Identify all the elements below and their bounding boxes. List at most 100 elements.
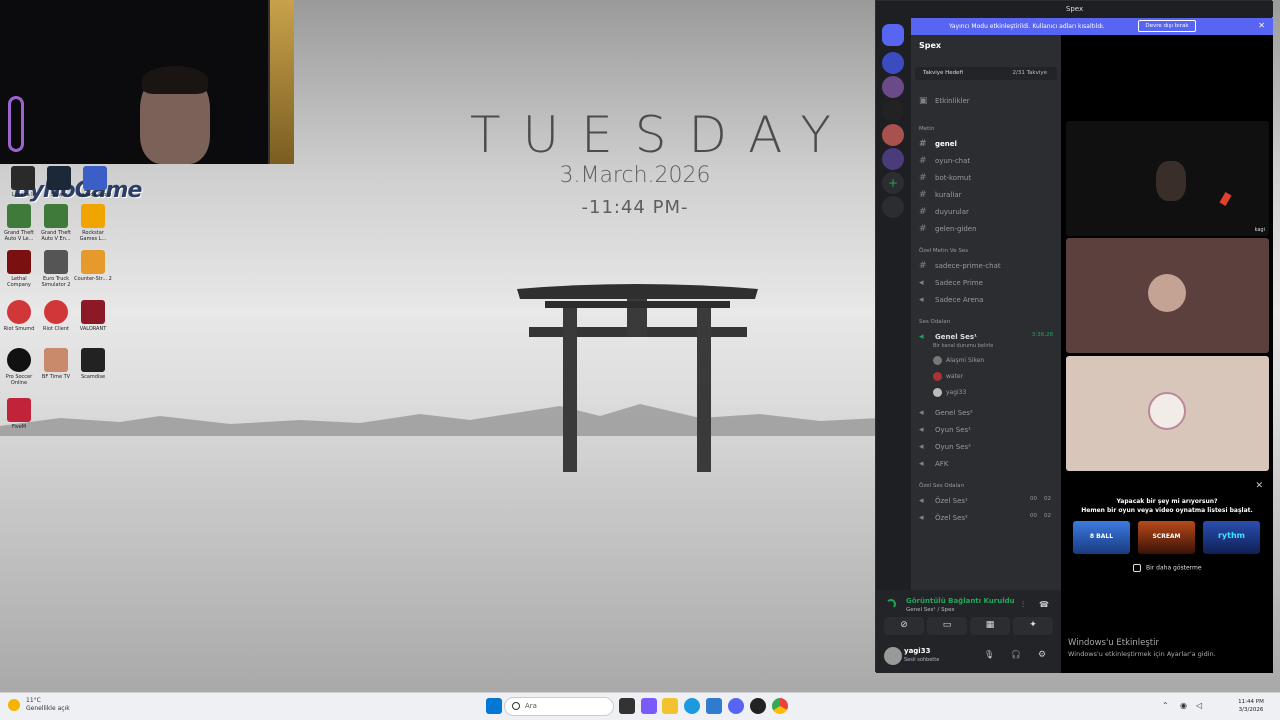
desktop-icon[interactable]: Riot Smumd [0, 300, 38, 332]
riot-icon [7, 300, 31, 324]
checkbox[interactable] [1133, 564, 1141, 572]
app-icon [83, 166, 107, 190]
channel-bot-komut[interactable]: # bot-komut [919, 173, 1057, 187]
disconnect-icon[interactable]: ☎ [1039, 600, 1049, 609]
voice-user[interactable]: water [933, 372, 963, 381]
category-ses-odalari[interactable]: Ses Odaları [919, 319, 950, 325]
channel-duyurular[interactable]: # duyurular [919, 207, 1057, 221]
desktop-icon[interactable]: Lethal Company [0, 250, 38, 288]
video-off-button[interactable]: ⊘ [884, 617, 924, 635]
disable-streamer-mode-button[interactable]: Devre dışı bırak [1138, 20, 1196, 32]
desktop-icon[interactable]: Scamdise [74, 348, 112, 380]
windows-start-icon[interactable] [486, 698, 502, 714]
file-explorer-icon[interactable] [662, 698, 678, 714]
desktop-icon[interactable]: VALORANT [74, 300, 112, 332]
speaker-icon: ◂ [919, 513, 924, 523]
voice-channel-status[interactable]: Bir kanal durumu belirle [933, 343, 993, 349]
video-tile[interactable] [1066, 356, 1269, 471]
desktop-icon[interactable]: Lazada Store [76, 166, 114, 198]
channel-kurallar[interactable]: # kurallar [919, 190, 1057, 204]
desktop-icon[interactable]: Pro Soccer Online [0, 348, 38, 386]
avatar[interactable] [884, 647, 902, 665]
desktop-icon[interactable]: FiveM [0, 398, 38, 430]
dont-show-again-checkbox[interactable]: Bir daha gösterme [1133, 564, 1202, 572]
desktop-icon[interactable]: Lazada li [4, 166, 42, 198]
speaker-icon: ◂ [919, 425, 924, 435]
voice-channel-afk[interactable]: ◂ AFK [919, 459, 1057, 473]
chevron-up-icon[interactable]: ⌃ [1162, 701, 1169, 710]
windows-activation-watermark: Windows'u Etkinleştir Windows'u etkinleş… [1068, 638, 1216, 658]
desktop-icon[interactable]: Grand Theft Auto V En... [37, 204, 75, 242]
avatar [1148, 274, 1186, 312]
gta-icon [44, 204, 68, 228]
category-metin[interactable]: Metin [919, 126, 934, 132]
task-view-icon[interactable] [619, 698, 635, 714]
copilot-icon[interactable] [641, 698, 657, 714]
speaker-icon: ◂ [919, 459, 924, 469]
edge-icon[interactable] [684, 698, 700, 714]
speaker-icon: ◂ [919, 496, 924, 506]
server-name[interactable]: Spex [919, 41, 941, 50]
game-scream[interactable]: SCREAM [1138, 521, 1195, 554]
screen-share-button[interactable]: ▭ [927, 617, 967, 635]
server-icon[interactable] [882, 148, 904, 170]
desktop-icon[interactable]: Counter-Str... 2 [74, 250, 112, 282]
category-ozel-ses[interactable]: Özel Ses Odaları [919, 483, 964, 489]
channel-sadece-prime[interactable]: ◂ Sadece Prime [919, 278, 1057, 292]
voice-channel-oyun-ses-1[interactable]: ◂ Oyun Ses¹ [919, 425, 1057, 439]
close-icon[interactable]: ✕ [1255, 481, 1263, 491]
soundboard-button[interactable]: ✦ [1013, 617, 1053, 635]
desktop-icon[interactable]: Euro Truck Simulator 2 [37, 250, 75, 288]
desktop-icon[interactable]: Rockstar Games L... [74, 204, 112, 242]
channel-genel[interactable]: # genel [919, 139, 1057, 153]
weather-widget[interactable]: 11°C Genellikle açık [8, 697, 70, 713]
voice-channel-ozel-ses-1[interactable]: ◂ Özel Ses¹ 00 02 [919, 496, 1057, 510]
voice-channel-genel-ses-2[interactable]: ◂ Genel Ses² [919, 408, 1057, 422]
channel-oyun-chat[interactable]: # oyun-chat [919, 156, 1057, 170]
volume-icon[interactable]: ◁ [1196, 701, 1202, 710]
game-rythm[interactable]: rythm [1203, 521, 1260, 554]
boost-goal[interactable]: Takviye Hedefi 2/31 Takviye [915, 67, 1057, 80]
voice-user[interactable]: Alaşmi Siken [933, 356, 984, 365]
name-tag: kagi [1254, 227, 1265, 233]
desktop-icon[interactable]: BF Time TV [37, 348, 75, 380]
close-icon[interactable]: ✕ [1258, 21, 1265, 30]
headphones-icon[interactable]: 🎧 [1011, 650, 1021, 659]
desktop-icon[interactable]: Grand Theft Auto V Le... [0, 204, 38, 242]
video-tile[interactable] [1066, 238, 1269, 353]
video-tile[interactable]: kagi [1066, 121, 1269, 236]
search-box[interactable]: Ara [504, 697, 614, 716]
server-icon[interactable] [882, 124, 904, 146]
microphone-icon[interactable]: 🎙 [984, 650, 994, 659]
channel-sadece-arena[interactable]: ◂ Sadece Arena [919, 295, 1057, 309]
game-8ball[interactable]: 8 BALL [1073, 521, 1130, 554]
store-icon[interactable] [706, 698, 722, 714]
chrome-icon[interactable] [772, 698, 788, 714]
explore-icon[interactable] [882, 196, 904, 218]
discord-home-icon[interactable] [882, 24, 904, 46]
obs-icon[interactable] [750, 698, 766, 714]
activities-button[interactable]: ▦ [970, 617, 1010, 635]
server-icon[interactable] [882, 100, 904, 122]
desktop-icon[interactable]: Steam [40, 166, 78, 198]
server-icon[interactable] [882, 52, 904, 74]
voice-channel-ozel-ses-2[interactable]: ◂ Özel Ses² 00 02 [919, 513, 1057, 527]
connection-channel[interactable]: Genel Ses¹ / Spex [906, 607, 955, 613]
events-link[interactable]: ▣ Etkinlikler [919, 96, 1057, 110]
user-name[interactable]: yagi33 [904, 647, 930, 655]
system-clock[interactable]: 11:44 PM 3/3/2026 [1232, 698, 1270, 714]
connection-status[interactable]: Görüntülü Bağlantı Kuruldu [906, 597, 1015, 605]
desktop-icon[interactable]: Riot Client [37, 300, 75, 332]
voice-channel-oyun-ses-2[interactable]: ◂ Oyun Ses² [919, 442, 1057, 456]
discord-icon[interactable] [728, 698, 744, 714]
add-server-icon[interactable]: + [882, 172, 904, 194]
server-icon[interactable] [882, 76, 904, 98]
noise-suppression-icon[interactable]: ⫶ [1022, 600, 1024, 610]
voice-user[interactable]: yagi33 [933, 388, 966, 397]
network-icon[interactable]: ◉ [1180, 701, 1187, 710]
channel-gelen-giden[interactable]: # gelen-giden [919, 224, 1057, 238]
soccer-icon [7, 348, 31, 372]
settings-gear-icon[interactable]: ⚙ [1038, 650, 1046, 660]
channel-sadece-prime-chat[interactable]: # sadece-prime-chat [919, 261, 1057, 275]
category-ozel-metin[interactable]: Özel Metin Ve Ses [919, 248, 968, 254]
